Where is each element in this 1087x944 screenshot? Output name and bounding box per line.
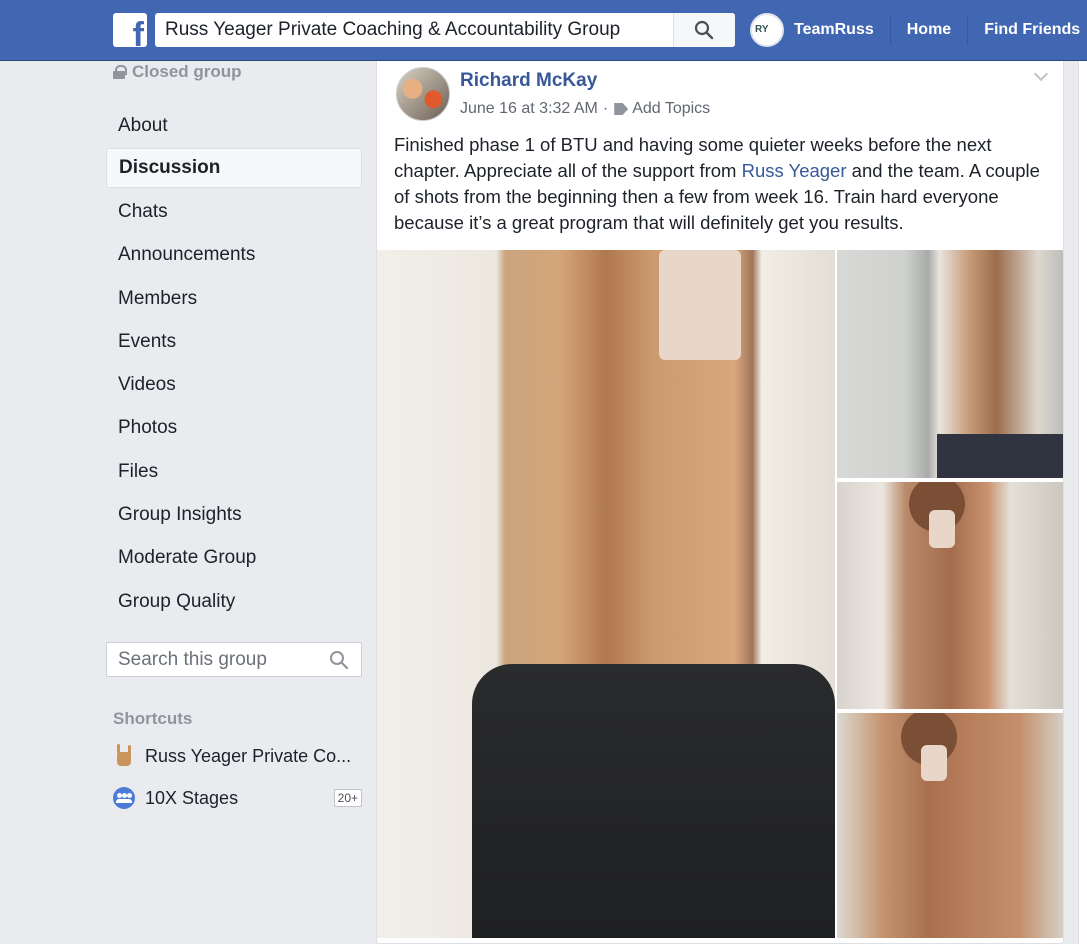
- sidebar-item-events[interactable]: Events: [106, 320, 362, 363]
- search-icon[interactable]: [329, 650, 349, 670]
- shortcut-russ-yeager-group[interactable]: Russ Yeager Private Co...: [113, 744, 362, 768]
- sidebar-item-files[interactable]: Files: [106, 450, 362, 493]
- post-body-text: Finished phase 1 of BTU and having some …: [394, 132, 1044, 236]
- jeans-shape: [937, 434, 1063, 478]
- tag-icon: [614, 103, 629, 115]
- sidebar-item-moderate-group[interactable]: Moderate Group: [106, 537, 362, 580]
- sidebar-item-members[interactable]: Members: [106, 277, 362, 320]
- user-avatar[interactable]: RY: [750, 13, 784, 47]
- sidebar-item-group-quality[interactable]: Group Quality: [106, 580, 362, 623]
- sidebar-item-chats[interactable]: Chats: [106, 190, 362, 233]
- home-link[interactable]: Home: [889, 15, 967, 45]
- notification-count-badge: 20+: [333, 789, 362, 807]
- privacy-text: Closed group: [132, 62, 242, 81]
- lock-icon: [113, 65, 127, 79]
- rock-hand-icon: [113, 744, 135, 768]
- sidebar-item-photos[interactable]: Photos: [106, 407, 362, 450]
- profile-link[interactable]: TeamRuss: [784, 15, 890, 45]
- sidebar-item-announcements[interactable]: Announcements: [106, 234, 362, 277]
- post-photo-week16-flex[interactable]: [837, 713, 1063, 938]
- post-photo-week16-front[interactable]: [837, 482, 1063, 709]
- phone-shape: [921, 745, 947, 781]
- find-friends-link[interactable]: Find Friends: [967, 15, 1087, 45]
- author-avatar[interactable]: [396, 67, 450, 121]
- sidebar-item-about[interactable]: About: [106, 104, 362, 147]
- user-navigation: RY TeamRuss Home Find Friends: [750, 12, 1087, 48]
- mention-link[interactable]: Russ Yeager: [742, 160, 847, 181]
- post-meta: June 16 at 3:32 AM · Add Topics: [460, 100, 710, 118]
- chevron-down-icon[interactable]: [1034, 69, 1048, 83]
- shortcuts-heading: Shortcuts: [113, 709, 193, 728]
- meta-separator: ·: [602, 100, 609, 117]
- phone-shape: [929, 510, 955, 548]
- search-icon: [694, 20, 714, 40]
- shortcut-10x-stages[interactable]: 10X Stages 20+: [113, 787, 362, 809]
- top-navigation-bar: f RY TeamRuss Home Find Friends: [0, 0, 1087, 61]
- global-search-input[interactable]: [155, 13, 671, 47]
- sidebar-item-group-insights[interactable]: Group Insights: [106, 493, 362, 536]
- phone-shape: [659, 250, 741, 360]
- sidebar-item-videos[interactable]: Videos: [106, 363, 362, 406]
- post-timestamp[interactable]: June 16 at 3:32 AM: [460, 100, 598, 118]
- post-author-name[interactable]: Richard McKay: [460, 70, 597, 92]
- shortcut-label: Russ Yeager Private Co...: [145, 745, 352, 766]
- shortcut-label: 10X Stages: [145, 787, 239, 808]
- global-search-box: [155, 13, 735, 47]
- group-search-box: [106, 642, 362, 677]
- right-column-edge: [1078, 61, 1087, 944]
- towel-shape: [472, 664, 835, 938]
- add-topics-link[interactable]: Add Topics: [632, 100, 710, 118]
- post-photo-main[interactable]: [377, 250, 835, 938]
- post-photo-side-view[interactable]: [837, 250, 1063, 478]
- feed-post: Richard McKay June 16 at 3:32 AM · Add T…: [376, 61, 1064, 944]
- search-button[interactable]: [673, 13, 735, 47]
- sidebar-item-discussion[interactable]: Discussion: [106, 148, 362, 189]
- group-sidebar-menu: About Discussion Chats Announcements Mem…: [106, 104, 362, 623]
- facebook-logo-icon[interactable]: f: [113, 13, 147, 47]
- group-privacy-label: Closed group: [113, 62, 242, 82]
- group-icon: [113, 787, 135, 809]
- group-search-input[interactable]: [107, 643, 317, 676]
